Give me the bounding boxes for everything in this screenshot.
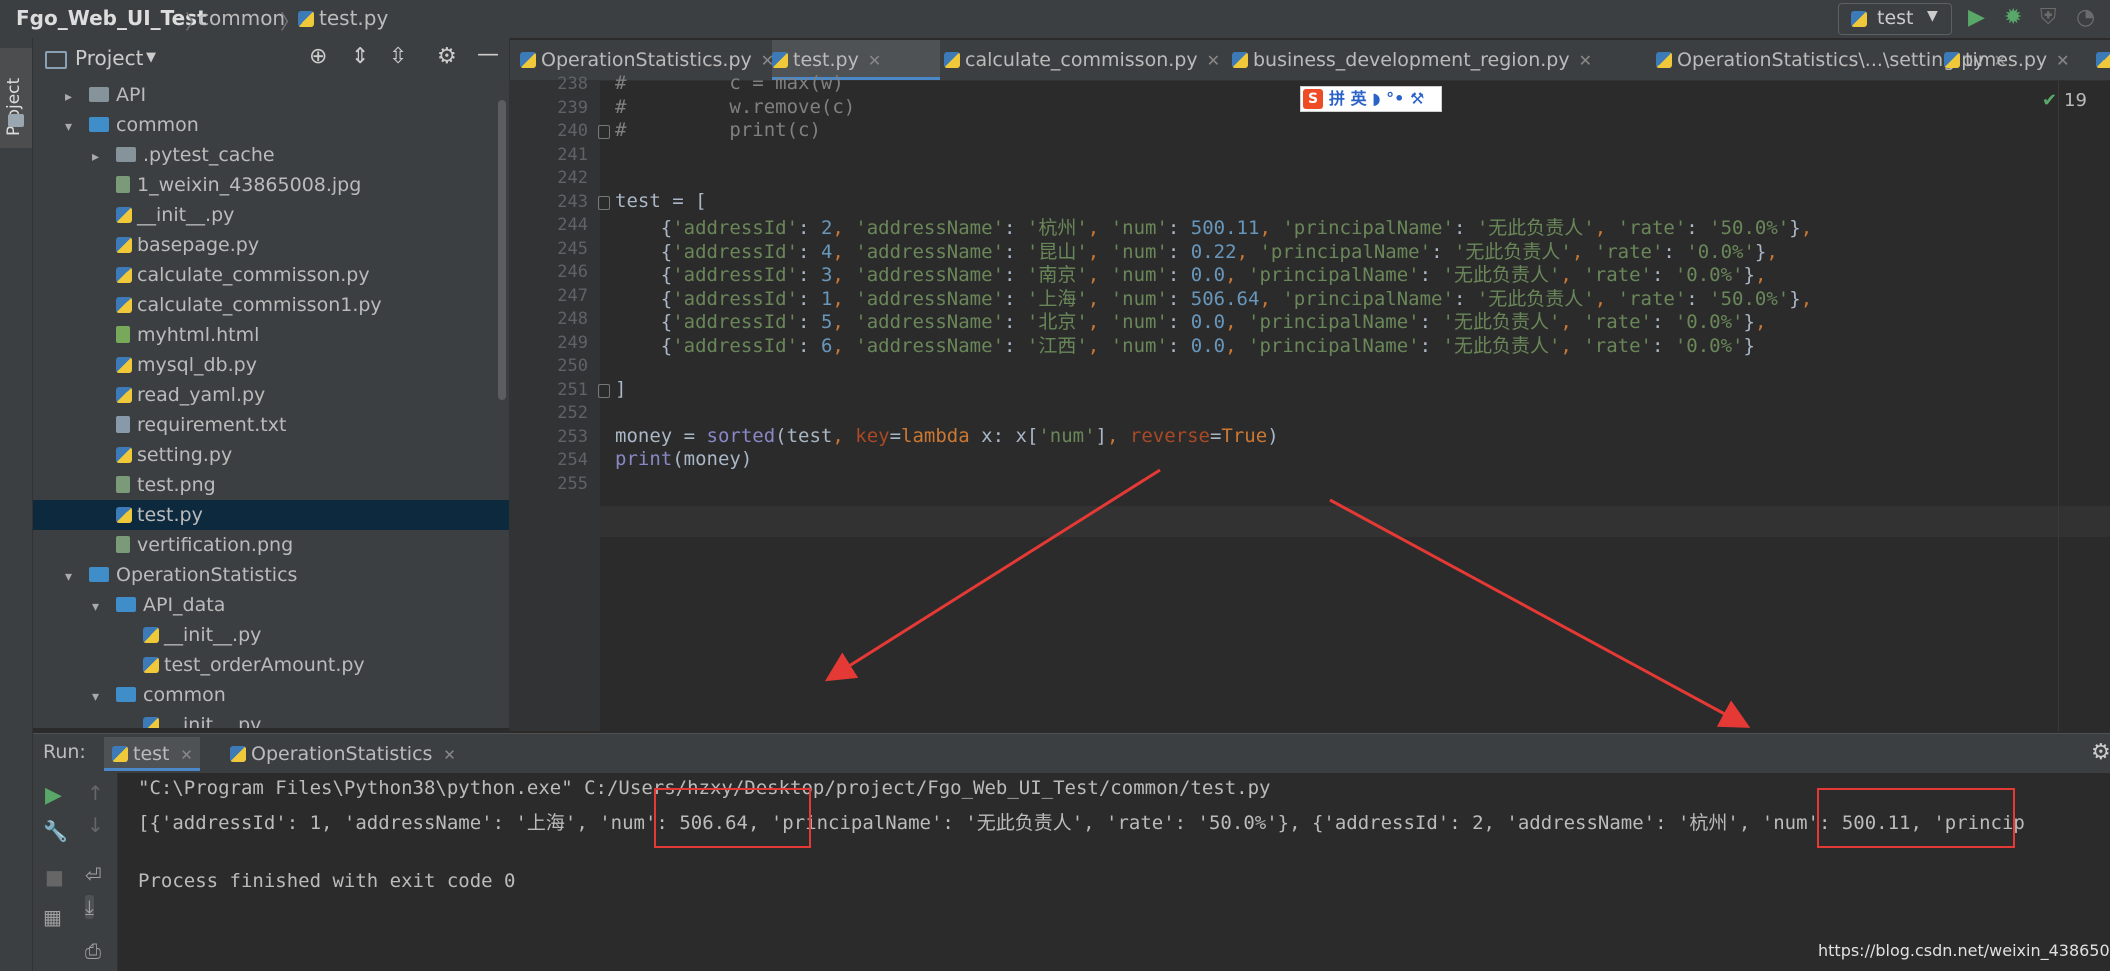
annotation-arrow-right xyxy=(1329,498,1751,728)
annotation-arrows xyxy=(824,468,1751,728)
watermark: https://blog.csdn.net/weixin_43865008 xyxy=(1818,941,2110,960)
annotation-arrow-left xyxy=(824,468,1161,682)
